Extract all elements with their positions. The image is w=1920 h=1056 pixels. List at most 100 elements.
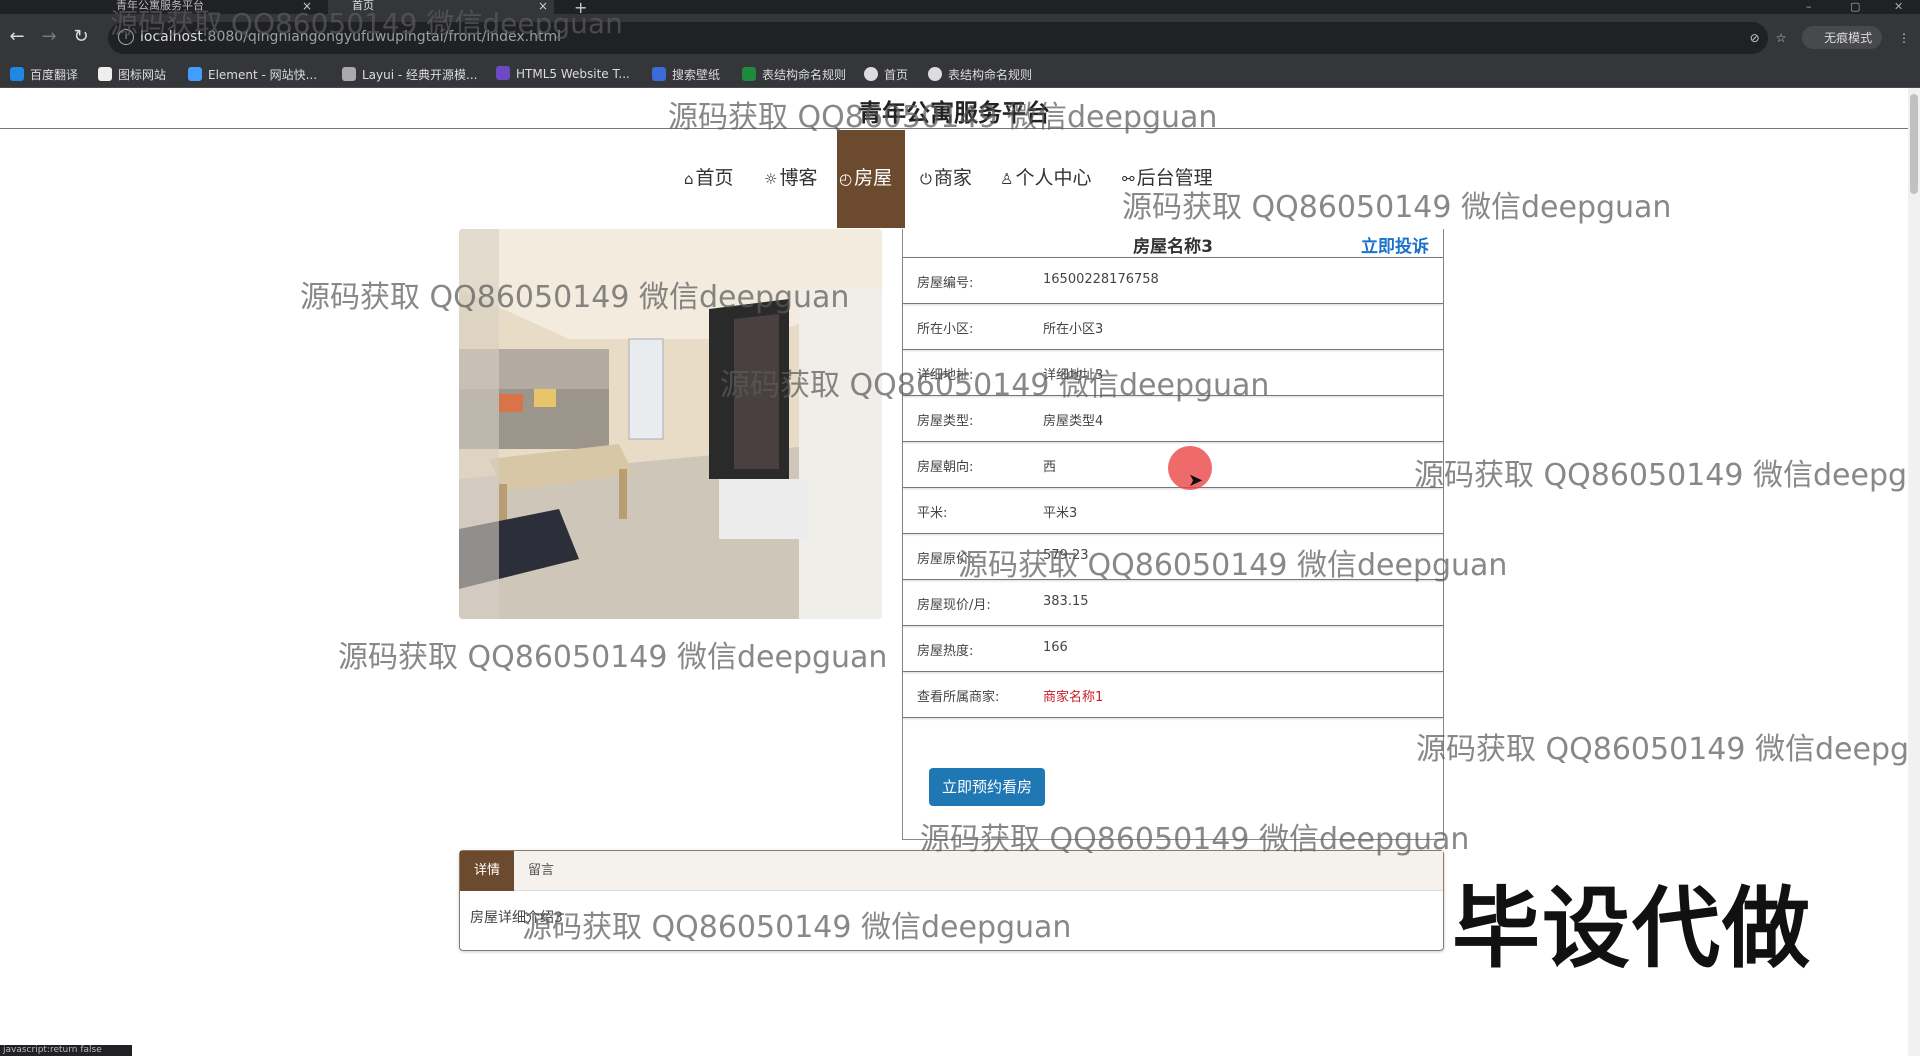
page-scrollbar[interactable] [1908, 88, 1920, 1056]
url-field[interactable]: i localhost:8080/qingniangongyufuwupingt… [108, 22, 1768, 54]
home-icon: ⌂ [684, 170, 694, 188]
browser-tab-strip: 青年公寓服务平台 × 首页 × + – ▢ ✕ [0, 0, 1920, 17]
flag-icon [98, 67, 112, 81]
field-value: 所在小区3 [1043, 322, 1104, 337]
info-row: 平米: 平米3 [903, 487, 1443, 534]
star-icon[interactable]: ☆ [1776, 31, 1787, 45]
watermark: 源码获取 QQ86050149 微信deepguan [338, 640, 888, 675]
tab-detail[interactable]: 详情 [460, 851, 515, 891]
info-row: 房屋编号: 16500228176758 [903, 257, 1443, 304]
eye-off-icon[interactable]: ⊘ [1750, 31, 1760, 45]
field-label: 房屋朝向: [917, 460, 974, 475]
complain-link[interactable]: 立即投诉 [1361, 232, 1429, 257]
close-icon[interactable]: × [538, 0, 548, 12]
field-value: 16500228176758 [1043, 272, 1159, 287]
tabs-header: 详情 留言 [460, 851, 1443, 891]
field-value: 579.23 [1043, 548, 1089, 563]
element-icon [188, 67, 202, 81]
info-row: 房屋原价: 579.23 [903, 533, 1443, 580]
info-row: 房屋现价/月: 383.15 [903, 579, 1443, 626]
scrollbar-thumb[interactable] [1910, 94, 1918, 194]
sheet-icon [742, 67, 756, 81]
layui-icon [342, 67, 356, 81]
minimize-icon[interactable]: – [1806, 0, 1812, 13]
bookmark-item[interactable]: 表结构命名规则 [928, 66, 1032, 83]
bookmark-icon [10, 67, 24, 81]
field-label: 房屋类型: [917, 414, 974, 429]
nav-personal-center[interactable]: ♙ 个人中心 [996, 130, 1095, 228]
bookmark-item[interactable]: 表结构命名规则 [742, 66, 846, 83]
field-value: 平米3 [1043, 506, 1078, 521]
book-viewing-button[interactable]: 立即预约看房 [929, 768, 1045, 806]
address-bar-row: ← → ↻ i localhost:8080/qingniangongyufuw… [0, 14, 1920, 62]
info-row: 房屋热度: 166 [903, 625, 1443, 672]
field-label: 平米: [917, 506, 948, 521]
globe-icon [864, 67, 878, 81]
info-header: 房屋名称3 立即投诉 [903, 229, 1443, 258]
menu-icon[interactable]: ⋮ [1898, 31, 1910, 45]
nav-house[interactable]: ◴ 房屋 [837, 130, 905, 228]
bookmark-item[interactable]: 首页 [864, 66, 908, 83]
field-label: 所在小区: [917, 322, 974, 337]
promo-text: 毕设代做 [1452, 877, 1813, 980]
room-image [459, 229, 882, 619]
field-label: 房屋原价: [917, 552, 974, 567]
bookmark-item[interactable]: 图标网站 [98, 66, 166, 83]
house-info-panel: 房屋名称3 立即投诉 房屋编号: 16500228176758 所在小区: 所在小区… [902, 229, 1444, 840]
tab-messages[interactable]: 留言 [514, 851, 568, 891]
globe-icon [928, 67, 942, 81]
reload-icon[interactable]: ↻ [70, 26, 92, 47]
field-label: 房屋现价/月: [917, 598, 991, 613]
close-icon[interactable]: × [302, 0, 312, 12]
watermark: 源码获取 QQ86050149 微信deepgua [1414, 458, 1908, 493]
user-icon: ♙ [1000, 170, 1014, 188]
gear-icon: ☼ [764, 170, 778, 188]
bookmark-item[interactable]: 搜索壁纸 [652, 66, 720, 83]
detail-content: 房屋详细介绍3 [470, 910, 563, 926]
browser-tab-active[interactable]: 首页 × [328, 0, 554, 14]
incognito-badge[interactable]: 无痕模式 [1802, 26, 1883, 49]
browser-tab[interactable]: 青年公寓服务平台 × [92, 0, 318, 14]
forward-arrow-icon[interactable]: → [38, 26, 60, 47]
bookmark-item[interactable]: Layui - 经典开源模... [342, 66, 477, 83]
html5-icon [496, 66, 510, 80]
tab-title: 青年公寓服务平台 [116, 0, 204, 12]
url-text: localhost:8080/qingniangongyufuwupingtai… [140, 29, 562, 45]
field-label: 房屋热度: [917, 644, 974, 659]
back-arrow-icon[interactable]: ← [6, 26, 28, 47]
maximize-icon[interactable]: ▢ [1850, 0, 1860, 13]
bookmark-item[interactable]: HTML5 Website T... [496, 66, 630, 81]
nav-blog[interactable]: ☼ 博客 [760, 130, 821, 228]
browser-actions: ⊘ ☆ 无痕模式 ⋮ [1738, 26, 1910, 49]
field-label: 房屋编号: [917, 276, 974, 291]
bookmark-item[interactable]: 百度翻译 [10, 66, 78, 83]
watermark: 源码获取 QQ86050149 微信deepgua [1416, 732, 1908, 767]
info-row: 房屋类型: 房屋类型4 [903, 395, 1443, 442]
field-label: 查看所属商家: [917, 690, 1000, 705]
field-value: 详细地址3 [1043, 368, 1104, 383]
wallpaper-icon [652, 67, 666, 81]
field-value: 房屋类型4 [1043, 414, 1104, 429]
info-row: 详细地址: 详细地址3 [903, 349, 1443, 396]
incognito-label: 无痕模式 [1824, 31, 1873, 45]
link-icon: ⚯ [1122, 170, 1135, 188]
nav-admin[interactable]: ⚯ 后台管理 [1118, 130, 1217, 228]
info-row: 所在小区: 所在小区3 [903, 303, 1443, 350]
close-window-icon[interactable]: ✕ [1894, 0, 1903, 13]
page-viewport: 青年公寓服务平台 ⌂ 首页 ☼ 博客 ◴ 房屋 ⏻ 商家 ♙ 个人中心 ⚯ 后台管理 [0, 88, 1908, 1056]
status-bar: javascript:return false [0, 1045, 132, 1056]
field-label: 详细地址: [917, 368, 974, 383]
merchant-link[interactable]: 商家名称1 [1043, 686, 1103, 705]
bookmark-item[interactable]: Element - 网站快... [188, 66, 317, 83]
field-value: 166 [1043, 640, 1068, 655]
detail-tabs: 详情 留言 房屋详细介绍3 [459, 850, 1444, 951]
info-row: 查看所属商家: 商家名称1 [903, 671, 1443, 718]
nav-merchant[interactable]: ⏻ 商家 [916, 130, 976, 228]
cursor-icon: ➤ [1188, 470, 1204, 491]
info-icon[interactable]: i [118, 29, 134, 45]
house-icon: ◴ [839, 170, 853, 188]
divider [0, 128, 1908, 129]
bookmarks-bar: 百度翻译 图标网站 Element - 网站快... Layui - 经典开源模… [0, 62, 1920, 88]
field-value: 西 [1043, 460, 1057, 475]
nav-home[interactable]: ⌂ 首页 [680, 130, 738, 228]
